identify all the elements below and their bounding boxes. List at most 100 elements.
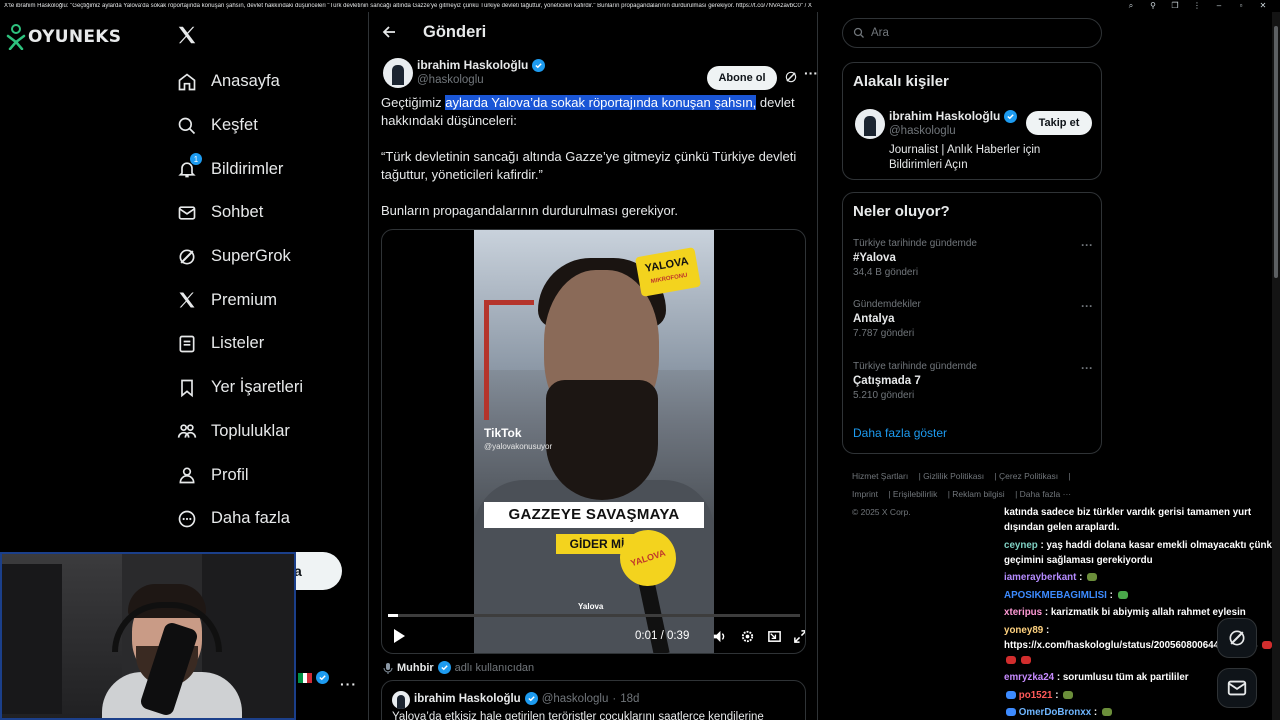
author-handle[interactable]: @haskologlu [417,74,484,86]
trend-item[interactable]: Gündemdekiler Antalya 7.787 gönderi ··· [853,299,1093,355]
trend-context: Türkiye tarihinde gündemde [853,238,977,249]
grok-fab[interactable] [1217,618,1257,658]
brand-logo: OYUNEKS [6,24,121,50]
fullscreen-icon[interactable] [793,629,806,644]
verified-icon [316,671,329,684]
settings-gear-icon[interactable] [740,629,755,644]
more-circle-icon [176,508,198,530]
nav-item-bookmarks[interactable]: Yer İşaretleri [176,366,303,410]
chat-username: emryzka24 [1004,672,1055,683]
author-name[interactable]: ibrahim Haskoloğlu [417,58,546,72]
extensions-icon[interactable]: ❐ [1164,1,1186,11]
menu-icon[interactable]: ⋮ [1186,1,1208,11]
post-text: Geçtiğimiz aylarda Yalova’da sokak röpor… [381,94,807,238]
grok-icon[interactable] [784,70,798,84]
nav-item-label: Anasayfa [211,72,280,91]
bell-icon: 1 [176,153,202,180]
quoted-date: 18d [620,692,640,705]
footer-link[interactable]: Gizlilik Politikası [923,471,984,481]
subscribe-button[interactable]: Abone ol [707,66,777,90]
page-title: Gönderi [423,23,487,41]
chat-text: katında sadece biz türkler vardık gerisi… [1004,507,1252,533]
video-person-beard [546,380,658,500]
picture-in-picture-icon[interactable] [767,629,782,644]
footer-row: Imprint | Erişilebilirlik | Reklam bilgi… [852,489,1072,499]
minimize-button[interactable]: – [1208,1,1230,11]
x-logo-icon[interactable] [176,24,198,46]
trend-item[interactable]: Türkiye tarihinde gündemde #Yalova 34,4 … [853,238,1093,294]
text-segment: Geçtiğimiz [381,95,446,110]
trend-context: Türkiye tarihinde gündemde [853,361,977,372]
chat-username: ceynep [1004,539,1038,551]
trend-item[interactable]: Türkiye tarihinde gündemde Çatışmada 7 5… [853,361,1093,417]
nav-item-more[interactable]: Daha fazla [176,497,303,541]
footer-link[interactable]: Erişilebilirlik [893,489,937,499]
separator: · [612,692,617,705]
video-progress-fill [388,614,398,617]
window-control-icon[interactable]: ⚲ [1142,1,1164,11]
trend-more-icon[interactable]: ··· [1081,299,1093,313]
brand-name: OYUNEKS [28,27,122,47]
nav-item-notifications[interactable]: 1 Bildirimler [176,147,303,191]
nav-item-profile[interactable]: Profil [176,453,303,497]
nav-item-communities[interactable]: Topluluklar [176,410,303,454]
trend-more-icon[interactable]: ··· [1081,238,1093,252]
related-people-title: Alakalı kişiler [853,73,949,90]
trends-title: Neler oluyor? [853,203,950,220]
video-player[interactable]: YALOVA MIKROFONU TikTok @yalovakonusuyor … [381,229,806,654]
related-person-handle[interactable]: @haskologlu [889,125,956,137]
search-input[interactable]: Ara [842,18,1102,48]
trend-count: 5.210 gönderi [853,390,915,401]
avatar[interactable] [383,58,413,88]
verified-icon [1004,109,1018,123]
volume-icon[interactable] [712,629,727,644]
chat-text: yaş haddi dolana kasar emekli olmayacakt… [1004,539,1278,566]
footer-link[interactable]: Reklam bilgisi [952,489,1004,499]
quoted-author-handle: @haskologlu [541,692,609,705]
show-more-link[interactable]: Daha fazla göster [853,426,947,440]
nav-item-home[interactable]: Anasayfa [176,60,303,104]
chat-username: yoney89 [1004,624,1044,636]
italy-flag-icon [298,672,313,683]
footer-link[interactable]: Çerez Politikası [999,471,1058,481]
nav-item-chat[interactable]: Sohbet [176,191,303,235]
related-person-name[interactable]: ibrahim Haskoloğlu [889,109,1018,123]
footer-link[interactable]: Daha fazla ··· [1020,489,1072,499]
verified-icon [532,58,546,72]
back-arrow-icon[interactable] [381,24,397,40]
grok-icon [176,246,198,268]
nav-item-lists[interactable]: Listeler [176,322,303,366]
close-button[interactable]: ✕ [1252,1,1274,11]
nav-item-supergrok[interactable]: SuperGrok [176,235,303,279]
chat-username: OmerDoBronxx [1018,707,1092,718]
chat-message: ceynep : yaş haddi dolana kasar emekli o… [1004,539,1278,566]
more-options-icon[interactable]: ··· [804,65,818,81]
post-paragraph: Geçtiğimiz aylarda Yalova’da sokak röpor… [381,94,807,130]
related-person-name-text: ibrahim Haskoloğlu [889,109,1001,123]
chat-username: APOSIKMEBAGIMLISI [1004,589,1107,601]
nav-item-premium[interactable]: Premium [176,278,303,322]
badge-icon [1006,690,1016,699]
search-icon[interactable]: ⌕ [1120,1,1142,11]
play-icon[interactable] [392,628,406,644]
nav-item-label: Bildirimler [211,159,284,178]
follow-button[interactable]: Takip et [1026,111,1092,135]
page-scrollbar[interactable] [1272,12,1280,720]
repost-attribution[interactable]: Muhbir adlı kullanıcıdan [383,661,534,674]
messages-fab[interactable] [1217,668,1257,708]
video-background-frame [484,300,534,420]
maximize-button[interactable]: ▫ [1230,1,1252,11]
quoted-post[interactable]: ibrahim Haskoloğlu @haskologlu · 18d Yal… [381,680,806,720]
quoted-post-header: ibrahim Haskoloğlu @haskologlu · 18d [414,692,639,705]
trend-more-icon[interactable]: ··· [1081,361,1093,375]
footer-link[interactable]: Hizmet Şartları [852,471,908,481]
nav-item-label: Premium [211,290,278,309]
account-switcher-tail[interactable] [298,671,329,684]
video-frame[interactable]: YALOVA MIKROFONU TikTok @yalovakonusuyor … [474,230,714,653]
account-more-icon[interactable]: ··· [340,676,357,692]
avatar[interactable] [855,109,885,139]
scrollbar-thumb[interactable] [1274,26,1278,278]
video-progress-bar[interactable] [388,614,800,617]
nav-item-explore[interactable]: Keşfet [176,104,303,148]
footer-link[interactable]: Imprint [852,489,878,499]
